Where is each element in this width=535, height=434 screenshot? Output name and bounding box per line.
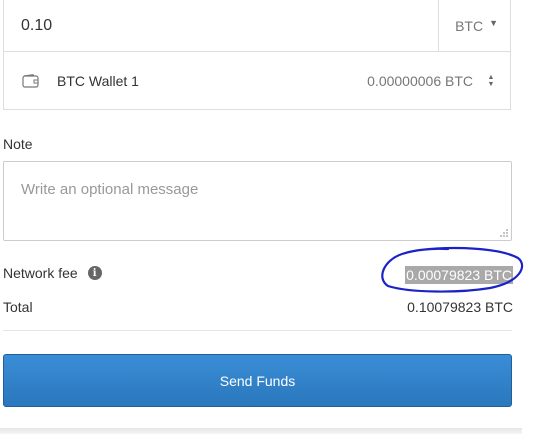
- total-label: Total: [3, 299, 33, 315]
- annotation-circle: [381, 247, 524, 293]
- divider: [3, 330, 512, 331]
- amount-row: BTC ▼: [3, 0, 511, 52]
- currency-label: BTC: [455, 17, 484, 34]
- wallet-balance: 0.00000006 BTC: [367, 72, 473, 89]
- amount-input[interactable]: [4, 0, 438, 51]
- network-fee-label: Network fee i: [3, 265, 102, 281]
- bottom-edge: [0, 428, 522, 434]
- wallet-icon: [22, 73, 40, 88]
- info-icon[interactable]: i: [87, 266, 102, 280]
- updown-chevron-icon: ▲ ▼: [487, 73, 495, 88]
- note-label: Note: [3, 136, 33, 152]
- note-field-wrapper: [3, 161, 512, 241]
- network-fee-text: Network fee: [3, 265, 78, 281]
- currency-select[interactable]: BTC ▼: [438, 0, 510, 51]
- send-funds-button[interactable]: Send Funds: [3, 354, 512, 407]
- total-value: 0.10079823 BTC: [407, 299, 513, 315]
- wallet-name: BTC Wallet 1: [57, 72, 139, 89]
- resize-grip-icon[interactable]: [499, 228, 509, 238]
- caret-down-icon: ▼: [489, 17, 498, 28]
- note-textarea[interactable]: [4, 162, 511, 240]
- wallet-select[interactable]: BTC Wallet 1 0.00000006 BTC ▲ ▼: [3, 52, 511, 110]
- send-funds-form: BTC ▼ BTC Wallet 1 0.00000006 BTC ▲▼ Not…: [0, 0, 535, 434]
